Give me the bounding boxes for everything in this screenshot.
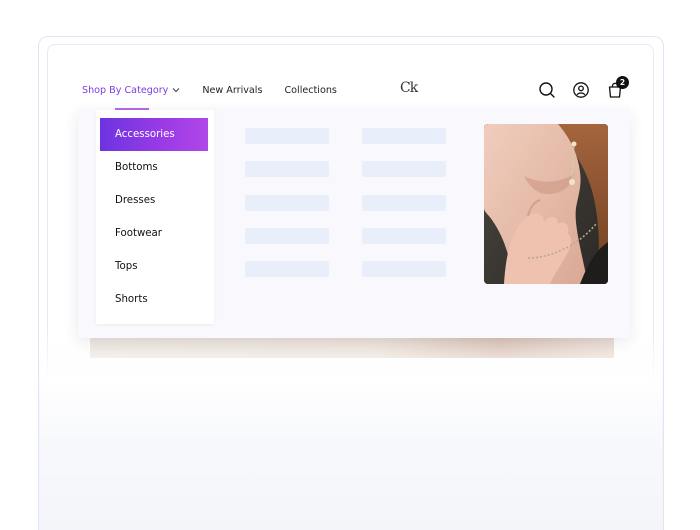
skeleton-line <box>362 261 446 277</box>
category-bottoms[interactable]: Bottoms <box>100 151 208 184</box>
skeleton-line <box>245 128 329 144</box>
skeleton-line <box>245 195 329 211</box>
skeleton-line <box>245 228 329 244</box>
skeleton-line <box>362 228 446 244</box>
skeleton-line <box>362 195 446 211</box>
skeleton-line <box>245 161 329 177</box>
nav-collections[interactable]: Collections <box>284 85 336 96</box>
active-tab-indicator <box>115 108 149 110</box>
nav-shop-by-category-label: Shop By Category <box>82 84 169 96</box>
skeleton-line <box>362 128 446 144</box>
nav-shop-by-category[interactable]: Shop By Category <box>82 85 180 96</box>
skeleton-line <box>362 161 446 177</box>
category-tops[interactable]: Tops <box>100 250 208 283</box>
cart-count-badge: 2 <box>616 76 629 89</box>
category-footwear[interactable]: Footwear <box>100 217 208 250</box>
main-nav: Shop By Category New Arrivals Collection… <box>82 80 337 100</box>
skeleton-line <box>245 261 329 277</box>
jewelry-model-illustration <box>484 124 608 284</box>
brand-logo[interactable]: Ck <box>400 80 418 96</box>
category-dresses[interactable]: Dresses <box>100 184 208 217</box>
category-accessories[interactable]: Accessories <box>100 118 208 151</box>
category-shorts[interactable]: Shorts <box>100 283 208 316</box>
promo-image[interactable] <box>484 124 608 284</box>
user-icon[interactable] <box>572 81 590 99</box>
search-icon[interactable] <box>538 81 556 99</box>
chevron-down-icon <box>172 88 180 93</box>
bottom-fade <box>40 330 662 530</box>
nav-new-arrivals[interactable]: New Arrivals <box>202 85 262 96</box>
